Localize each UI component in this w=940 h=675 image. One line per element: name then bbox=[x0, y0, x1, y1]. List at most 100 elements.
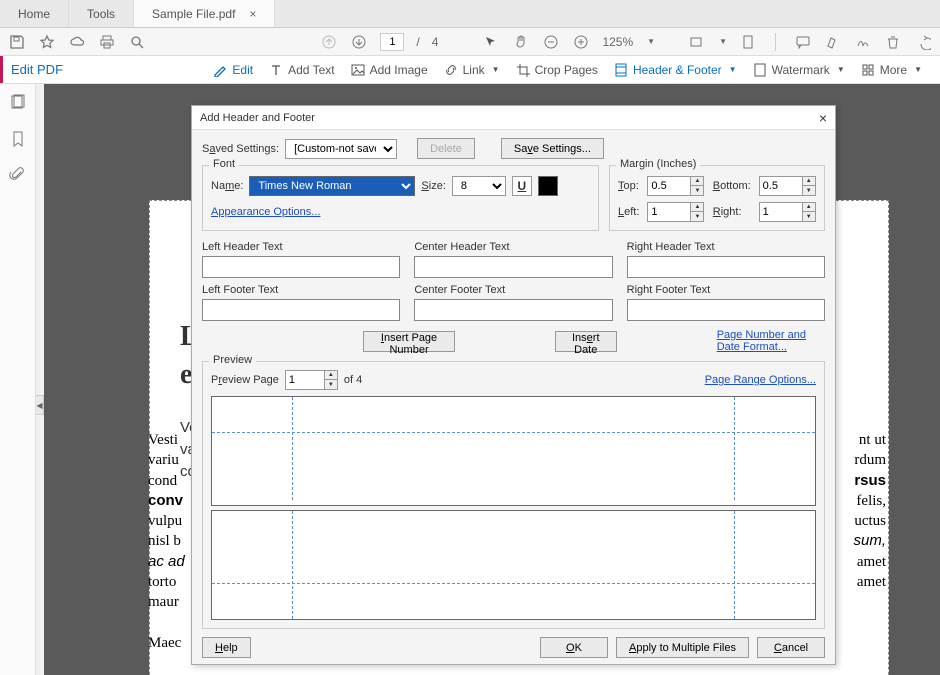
spinner[interactable]: ▲▼ bbox=[691, 176, 704, 196]
saved-settings-label: Saved Settings: bbox=[202, 143, 279, 155]
saved-settings-row: Saved Settings: [Custom-not saved] Delet… bbox=[202, 138, 825, 159]
insert-page-number-button[interactable]: Insert Page Number bbox=[363, 331, 455, 352]
font-name-select[interactable]: Times New Roman bbox=[249, 176, 415, 196]
page-up-icon[interactable] bbox=[320, 33, 338, 51]
margin-right-input[interactable] bbox=[759, 202, 803, 222]
add-text-button[interactable]: Add Text bbox=[261, 63, 342, 77]
watermark-icon bbox=[753, 63, 767, 77]
tab-home[interactable]: Home bbox=[0, 0, 69, 27]
page-number-input[interactable] bbox=[380, 33, 404, 51]
fit-page-icon[interactable] bbox=[739, 33, 757, 51]
doc-text-left-sliver: Vestivariucondconvvulpunisl bac adtortom… bbox=[148, 430, 192, 653]
fit-width-icon[interactable] bbox=[687, 33, 705, 51]
help-button[interactable]: Help bbox=[202, 637, 251, 658]
chevron-down-icon[interactable]: ▼ bbox=[647, 37, 655, 46]
zoom-out-icon[interactable] bbox=[542, 33, 560, 51]
margin-left-label: Left: bbox=[618, 206, 639, 218]
dialog-title: Add Header and Footer bbox=[200, 112, 315, 124]
thumbnails-icon[interactable] bbox=[9, 94, 27, 112]
font-size-select[interactable]: 8 bbox=[452, 176, 506, 196]
insert-row: Insert Page Number Insert Date Page Numb… bbox=[202, 329, 825, 353]
highlight-icon[interactable] bbox=[824, 33, 842, 51]
doc-text-right-sliver: nt utrdumrsusfelis,uctussum,ametamet bbox=[836, 430, 886, 592]
margin-bottom-input[interactable] bbox=[759, 176, 803, 196]
margin-top-input[interactable] bbox=[647, 176, 691, 196]
center-header-input[interactable] bbox=[414, 256, 612, 278]
watermark-button[interactable]: Watermark▼ bbox=[745, 63, 853, 77]
sign-icon[interactable] bbox=[854, 33, 872, 51]
tab-file-label: Sample File.pdf bbox=[152, 7, 235, 21]
chevron-down-icon: ▼ bbox=[729, 65, 737, 74]
margin-left-input[interactable] bbox=[647, 202, 691, 222]
link-button[interactable]: Link▼ bbox=[436, 63, 508, 77]
spinner[interactable]: ▲▼ bbox=[325, 370, 338, 390]
margin-section: Margin (Inches) Top: ▲▼ Bottom: ▲▼ Left:… bbox=[609, 165, 825, 231]
text-icon bbox=[269, 63, 283, 77]
close-icon[interactable]: × bbox=[249, 7, 256, 21]
insert-date-button[interactable]: Insert Date bbox=[555, 331, 617, 352]
ok-button[interactable]: OK bbox=[540, 637, 608, 658]
underline-button[interactable]: U bbox=[512, 176, 532, 196]
edit-icon bbox=[213, 63, 227, 77]
chevron-down-icon[interactable]: ▼ bbox=[719, 37, 727, 46]
edit-pdf-title: Edit PDF bbox=[0, 56, 63, 83]
cancel-button[interactable]: Cancel bbox=[757, 637, 825, 658]
right-footer-input[interactable] bbox=[627, 299, 825, 321]
crop-pages-button[interactable]: Crop Pages bbox=[508, 63, 606, 77]
link-icon bbox=[444, 63, 458, 77]
print-icon[interactable] bbox=[98, 33, 116, 51]
cloud-icon[interactable] bbox=[68, 33, 86, 51]
image-icon bbox=[351, 63, 365, 77]
star-icon[interactable] bbox=[38, 33, 56, 51]
zoom-level[interactable]: 125% bbox=[602, 35, 633, 49]
bookmarks-icon[interactable] bbox=[9, 130, 27, 148]
appearance-options-link[interactable]: Appearance Options... bbox=[211, 206, 320, 218]
page-down-icon[interactable] bbox=[350, 33, 368, 51]
page-total: 4 bbox=[432, 35, 439, 49]
more-icon bbox=[861, 63, 875, 77]
tab-file[interactable]: Sample File.pdf × bbox=[134, 0, 275, 27]
attachments-icon[interactable] bbox=[9, 166, 27, 184]
font-color-swatch[interactable] bbox=[538, 176, 558, 196]
page-number-date-format-link[interactable]: Page Number and Date Format... bbox=[717, 329, 825, 353]
undo-icon[interactable] bbox=[914, 33, 932, 51]
left-footer-label: Left Footer Text bbox=[202, 284, 400, 296]
font-name-label: Name: bbox=[211, 180, 243, 192]
more-button[interactable]: More▼ bbox=[853, 63, 930, 77]
page-range-options-link[interactable]: Page Range Options... bbox=[705, 374, 816, 386]
chevron-down-icon: ▼ bbox=[914, 65, 922, 74]
page-sep: / bbox=[416, 35, 419, 49]
delete-button[interactable]: Delete bbox=[417, 138, 475, 159]
save-settings-button[interactable]: Save Settings... bbox=[501, 138, 604, 159]
pointer-icon[interactable] bbox=[482, 33, 500, 51]
spinner[interactable]: ▲▼ bbox=[803, 176, 816, 196]
preview-page-input[interactable] bbox=[285, 370, 325, 390]
edit-button[interactable]: Edit bbox=[205, 63, 261, 77]
chevron-down-icon: ▼ bbox=[837, 65, 845, 74]
sidebar-collapse-handle[interactable]: ◀ bbox=[36, 395, 44, 415]
apply-multiple-button[interactable]: Apply to Multiple Files bbox=[616, 637, 749, 658]
add-header-footer-dialog: Add Header and Footer × Saved Settings: … bbox=[191, 105, 836, 665]
spinner[interactable]: ▲▼ bbox=[691, 202, 704, 222]
comment-icon[interactable] bbox=[794, 33, 812, 51]
dialog-titlebar[interactable]: Add Header and Footer × bbox=[192, 106, 835, 130]
tab-tools[interactable]: Tools bbox=[69, 0, 134, 27]
save-icon[interactable] bbox=[8, 33, 26, 51]
hand-icon[interactable] bbox=[512, 33, 530, 51]
saved-settings-select[interactable]: [Custom-not saved] bbox=[285, 139, 397, 159]
search-icon[interactable] bbox=[128, 33, 146, 51]
spinner[interactable]: ▲▼ bbox=[803, 202, 816, 222]
right-header-input[interactable] bbox=[627, 256, 825, 278]
center-footer-label: Center Footer Text bbox=[414, 284, 612, 296]
right-footer-label: Right Footer Text bbox=[627, 284, 825, 296]
center-footer-input[interactable] bbox=[414, 299, 612, 321]
preview-of-label: of 4 bbox=[344, 374, 362, 386]
left-footer-input[interactable] bbox=[202, 299, 400, 321]
header-footer-button[interactable]: Header & Footer▼ bbox=[606, 63, 745, 77]
left-header-input[interactable] bbox=[202, 256, 400, 278]
add-image-button[interactable]: Add Image bbox=[343, 63, 436, 77]
close-icon[interactable]: × bbox=[819, 110, 827, 126]
zoom-in-icon[interactable] bbox=[572, 33, 590, 51]
trash-icon[interactable] bbox=[884, 33, 902, 51]
preview-footer-pane bbox=[211, 510, 816, 620]
